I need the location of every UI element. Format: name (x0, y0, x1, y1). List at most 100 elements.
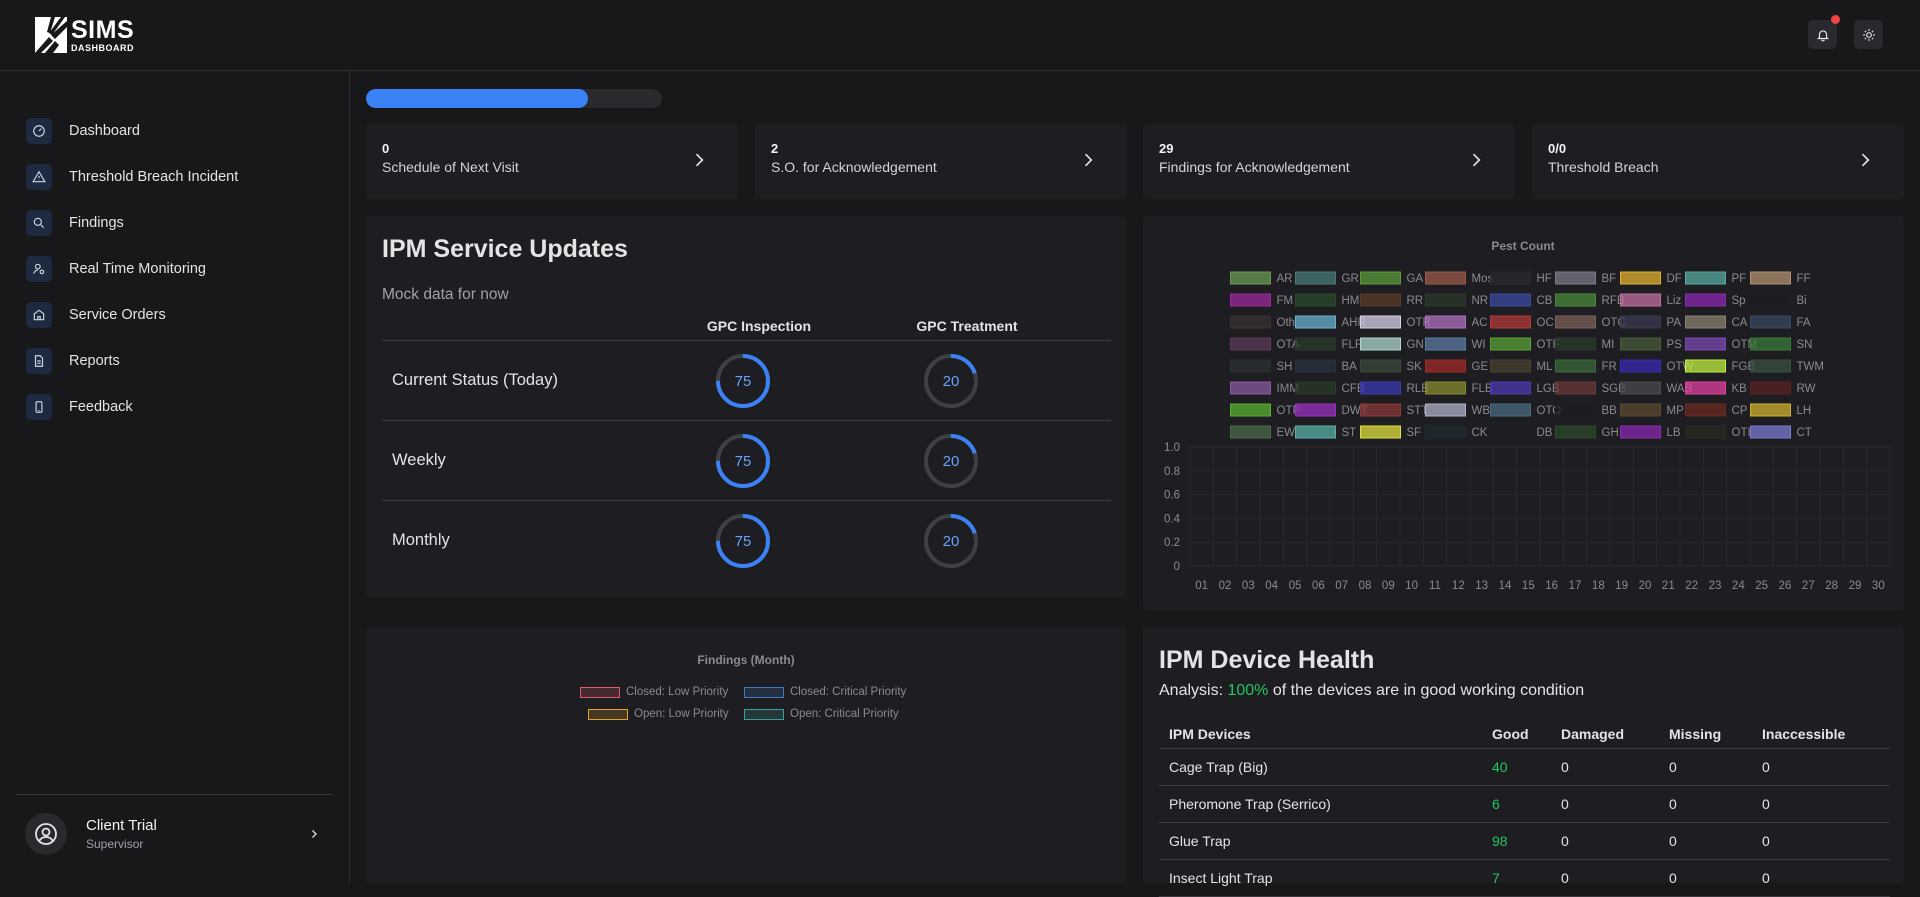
notifications-button[interactable] (1808, 15, 1840, 49)
gpc-inspection-gauge: 75 (716, 354, 770, 408)
sidebar-item-findings[interactable]: Findings (26, 200, 238, 246)
legend-label: EW (1277, 427, 1296, 439)
gauge-value: 75 (735, 453, 752, 470)
device-name: Glue Trap (1169, 833, 1231, 849)
card-label: S.O. for Acknowledgement (771, 159, 937, 175)
legend-swatch (1425, 315, 1466, 329)
legend-swatch (1230, 271, 1271, 285)
sun-icon (1862, 28, 1875, 41)
legend-label: LH (1797, 405, 1812, 417)
legend-item-open-low[interactable]: Open: Low Priority (588, 708, 729, 720)
chevron-right-icon[interactable] (308, 828, 320, 840)
good-count: 98 (1492, 833, 1508, 849)
legend-label: Open: Critical Priority (790, 708, 899, 720)
user-circle-icon (35, 822, 57, 845)
legend-swatch (1295, 403, 1336, 417)
legend-swatch (1360, 337, 1401, 351)
legend-swatch (1295, 337, 1336, 351)
x-tick-label: 30 (1872, 580, 1885, 592)
analysis-suffix: of the devices are in good working condi… (1268, 682, 1585, 699)
y-tick-label: 0.4 (1164, 513, 1181, 525)
table-row: Weekly 75 20 (382, 420, 1111, 500)
x-tick-label: 26 (1779, 580, 1792, 592)
x-tick-label: 17 (1569, 580, 1582, 592)
x-tick-label: 22 (1685, 580, 1698, 592)
legend-label: GE (1472, 361, 1489, 373)
legend-swatch (1555, 403, 1596, 417)
legend-swatch (1360, 359, 1401, 373)
legend-label: WI (1472, 339, 1486, 351)
legend-label: SN (1797, 339, 1813, 351)
legend-label: Sp (1732, 295, 1746, 307)
search-icon (26, 210, 52, 236)
legend-item-open-critical[interactable]: Open: Critical Priority (744, 708, 899, 720)
legend-swatch (1685, 403, 1726, 417)
stat-card-findings-acknowledgement[interactable]: 29 Findings for Acknowledgement (1143, 124, 1515, 199)
gauge-value: 20 (943, 453, 960, 470)
legend-swatch (1685, 381, 1726, 395)
legend-label: GR (1342, 273, 1359, 285)
legend-swatch (1360, 293, 1401, 307)
y-tick-label: 0.2 (1164, 537, 1180, 549)
y-tick-label: 0 (1174, 561, 1180, 573)
legend-label: BF (1602, 273, 1617, 285)
ipm-device-health-panel: IPM Device Health Analysis: 100% of the … (1143, 627, 1904, 897)
sidebar-item-service-orders[interactable]: Service Orders (26, 292, 238, 338)
stat-card-so-acknowledgement[interactable]: 2 S.O. for Acknowledgement (755, 124, 1127, 199)
legend-swatch (1490, 293, 1531, 307)
user-name: Client Trial (86, 816, 157, 834)
gpc-inspection-gauge: 75 (716, 514, 770, 568)
notification-dot (1831, 15, 1840, 24)
top-bar: SIMS DASHBOARD (0, 0, 1920, 71)
good-count: 7 (1492, 870, 1500, 886)
progress-fill (366, 89, 588, 108)
legend-swatch (1685, 359, 1726, 373)
stat-card-schedule[interactable]: 0 Schedule of Next Visit (366, 124, 738, 199)
x-tick-label: 12 (1452, 580, 1465, 592)
column-header-gpc-inspection: GPC Inspection (706, 318, 812, 334)
gauge-icon (26, 118, 52, 144)
legend-label: DB (1537, 427, 1553, 439)
x-tick-label: 20 (1639, 580, 1652, 592)
sidebar-item-threshold-breach-incident[interactable]: Threshold Breach Incident (26, 154, 238, 200)
damaged-count: 0 (1561, 796, 1569, 812)
legend-label: ML (1537, 361, 1554, 373)
column-header: Inaccessible (1762, 726, 1846, 742)
legend-swatch (1295, 315, 1336, 329)
legend-label: GN (1407, 339, 1424, 351)
legend-label: CT (1797, 427, 1812, 439)
theme-toggle-button[interactable] (1854, 20, 1883, 49)
legend-label: RW (1797, 383, 1816, 395)
stat-card-threshold-breach[interactable]: 0/0 Threshold Breach (1532, 124, 1904, 199)
legend-swatch (1490, 425, 1531, 439)
legend-label: KB (1732, 383, 1748, 395)
sidebar-item-label: Service Orders (69, 307, 166, 323)
sidebar-item-reports[interactable]: Reports (26, 338, 238, 384)
panel-title: IPM Device Health (1159, 646, 1375, 674)
legend-label: FR (1602, 361, 1617, 373)
legend-label: CK (1472, 427, 1488, 439)
legend-label: NR (1472, 295, 1489, 307)
chevron-right-icon (1084, 153, 1093, 167)
sidebar-item-dashboard[interactable]: Dashboard (26, 108, 238, 154)
legend-item-closed-critical[interactable]: Closed: Critical Priority (744, 686, 906, 698)
legend-label: OC (1537, 317, 1554, 329)
user-profile[interactable]: Client Trial Supervisor (16, 794, 332, 872)
chevron-right-icon (1861, 153, 1870, 167)
legend-label: Open: Low Priority (634, 708, 729, 720)
y-tick-label: 0.8 (1164, 466, 1180, 478)
app-logo[interactable]: SIMS DASHBOARD (35, 17, 134, 53)
y-tick-label: 0.6 (1164, 490, 1180, 502)
legend-label: FF (1797, 273, 1811, 285)
sidebar-item-feedback[interactable]: Feedback (26, 384, 238, 430)
legend-swatch (1425, 381, 1466, 395)
legend-label: DF (1667, 273, 1682, 285)
legend-swatch (1490, 315, 1531, 329)
legend-label: AC (1472, 317, 1488, 329)
legend-item-closed-low[interactable]: Closed: Low Priority (580, 686, 728, 698)
x-tick-label: 27 (1802, 580, 1815, 592)
table-row: Current Status (Today) 75 20 (382, 340, 1111, 420)
legend-swatch (1230, 337, 1271, 351)
row-label: Weekly (392, 451, 446, 469)
sidebar-item-real-time-monitoring[interactable]: Real Time Monitoring (26, 246, 238, 292)
